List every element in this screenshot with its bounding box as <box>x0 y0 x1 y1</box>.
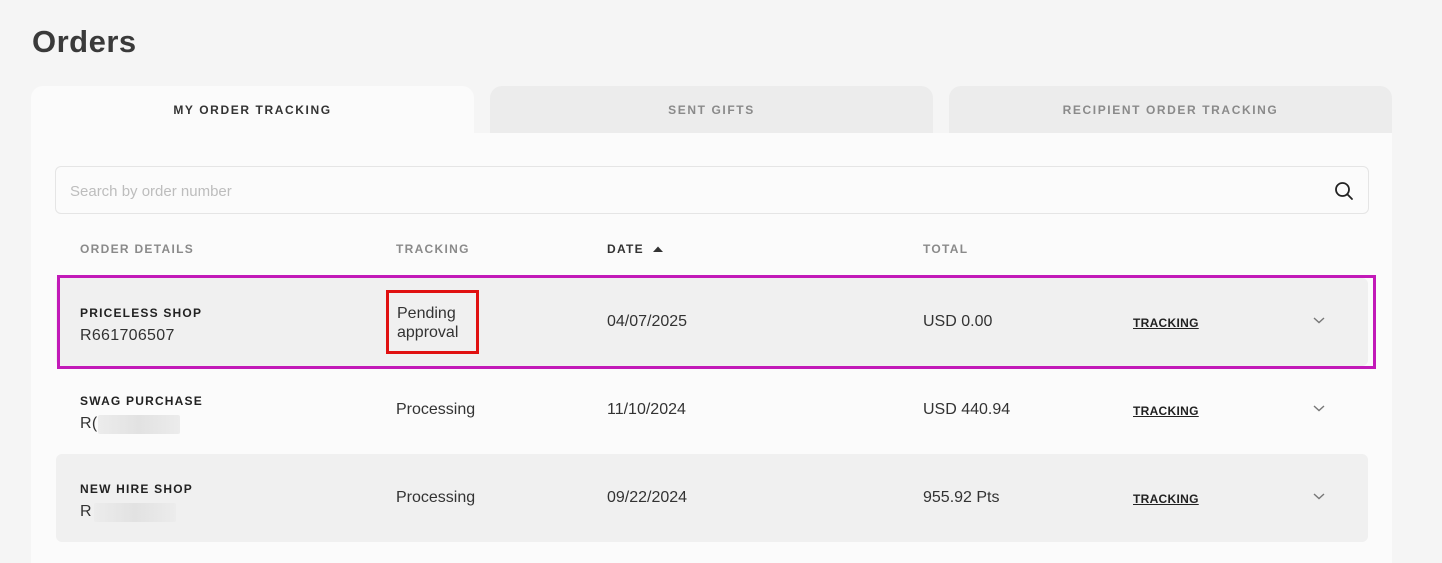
order-number: R661706507 <box>80 327 175 344</box>
page-title: Orders <box>32 24 137 59</box>
tracking-link[interactable]: TRACKING <box>1133 492 1199 506</box>
sort-ascending-icon[interactable] <box>652 245 664 253</box>
shop-name: PRICELESS SHOP <box>80 306 203 320</box>
order-date: 04/07/2025 <box>607 313 688 330</box>
tracking-status: Processing <box>396 489 476 506</box>
chevron-down-icon[interactable] <box>1312 315 1326 325</box>
tab-recipient-order-tracking[interactable]: RECIPIENT ORDER TRACKING <box>949 86 1392 134</box>
header-tracking: TRACKING <box>396 242 470 256</box>
table-row[interactable]: SWAG PURCHASE R( Processing 11/10/2024 U… <box>56 366 1368 454</box>
tracking-link[interactable]: TRACKING <box>1133 404 1199 418</box>
shop-name: NEW HIRE SHOP <box>80 482 193 496</box>
shop-name: SWAG PURCHASE <box>80 394 203 408</box>
order-total: USD 440.94 <box>923 401 1011 418</box>
header-date[interactable]: DATE <box>607 242 664 256</box>
table-row[interactable]: NEW HIRE SHOP R Processing 09/22/2024 95… <box>56 454 1368 542</box>
order-total: USD 0.00 <box>923 313 993 330</box>
tracking-status: Pending approval <box>386 290 479 354</box>
tracking-status: Processing <box>396 401 476 418</box>
search-box <box>55 166 1369 215</box>
order-number: R <box>80 503 92 520</box>
chevron-down-icon[interactable] <box>1312 403 1326 413</box>
header-order-details: ORDER DETAILS <box>80 242 195 256</box>
search-input[interactable] <box>68 167 1312 215</box>
tracking-link[interactable]: TRACKING <box>1133 316 1199 330</box>
order-date: 11/10/2024 <box>607 401 686 418</box>
redacted-order-number <box>94 503 176 522</box>
order-date: 09/22/2024 <box>607 489 688 506</box>
header-date-label: DATE <box>607 242 644 256</box>
tab-sent-gifts[interactable]: SENT GIFTS <box>490 86 933 134</box>
table-row[interactable]: PRICELESS SHOP R661706507 Pending approv… <box>56 278 1368 366</box>
chevron-down-icon[interactable] <box>1312 491 1326 501</box>
header-total: TOTAL <box>923 242 969 256</box>
redacted-order-number <box>98 415 180 434</box>
tab-my-order-tracking[interactable]: MY ORDER TRACKING <box>31 86 474 134</box>
search-icon[interactable] <box>1334 181 1354 201</box>
order-total: 955.92 Pts <box>923 489 1000 506</box>
order-number: R( <box>80 415 98 432</box>
